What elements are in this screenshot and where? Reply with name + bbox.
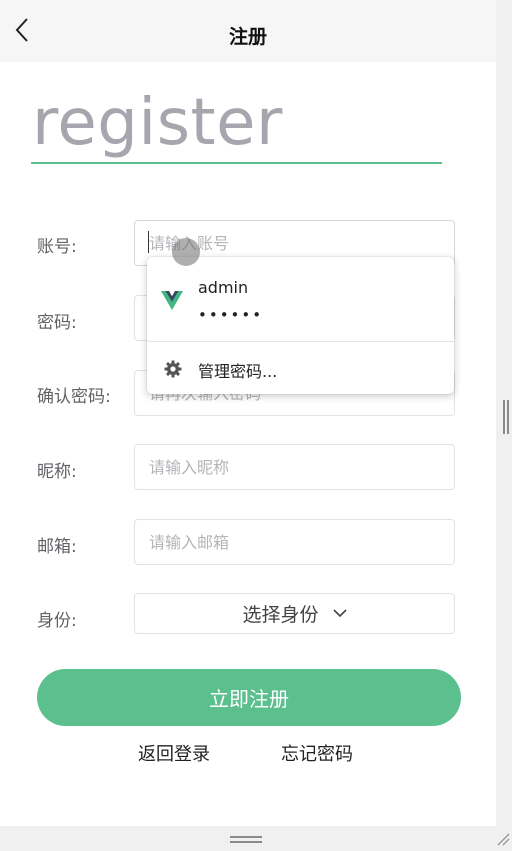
chevron-down-icon [332,609,347,618]
manage-passwords-label: 管理密码... [198,362,278,381]
identity-select-value: 选择身份 [242,604,319,626]
account-label: 账号: [37,237,77,257]
password-label: 密码: [37,313,77,333]
corner-resize-grip-icon[interactable] [496,832,510,846]
side-resize-handle[interactable] [503,400,509,434]
back-to-login-link[interactable]: 返回登录 [138,740,210,766]
vue-logo-icon [161,291,183,310]
popup-divider [147,341,454,342]
email-label: 邮箱: [37,537,77,557]
bottom-resize-handle[interactable] [230,836,262,844]
nickname-label: 昵称: [37,462,77,482]
register-button[interactable]: 立即注册 [37,669,461,726]
text-caret [148,231,149,253]
register-button-label: 立即注册 [209,687,289,711]
register-page: 注册 register 账号: 密码: 确认密码: 昵称: 邮箱: 身份: 选择… [0,0,496,826]
saved-password-mask: •••••• [198,306,264,324]
touch-cursor [172,238,200,266]
password-autofill-popup: admin •••••• 管理密码... [147,257,454,394]
page-title: 注册 [228,26,267,48]
nickname-input[interactable] [134,444,455,490]
top-bar: 注册 [0,0,496,62]
confirm-password-label: 确认密码: [37,387,111,407]
hero-heading: register [32,86,283,160]
email-input[interactable] [134,519,455,565]
gear-icon [164,360,182,378]
saved-username: admin [198,278,249,297]
manage-passwords-item[interactable]: 管理密码... [147,343,454,394]
identity-label: 身份: [37,611,77,631]
forgot-password-link[interactable]: 忘记密码 [281,740,353,766]
hero-underline [31,162,442,164]
identity-select[interactable]: 选择身份 [134,593,455,634]
saved-credential-item[interactable]: admin •••••• [147,257,454,341]
